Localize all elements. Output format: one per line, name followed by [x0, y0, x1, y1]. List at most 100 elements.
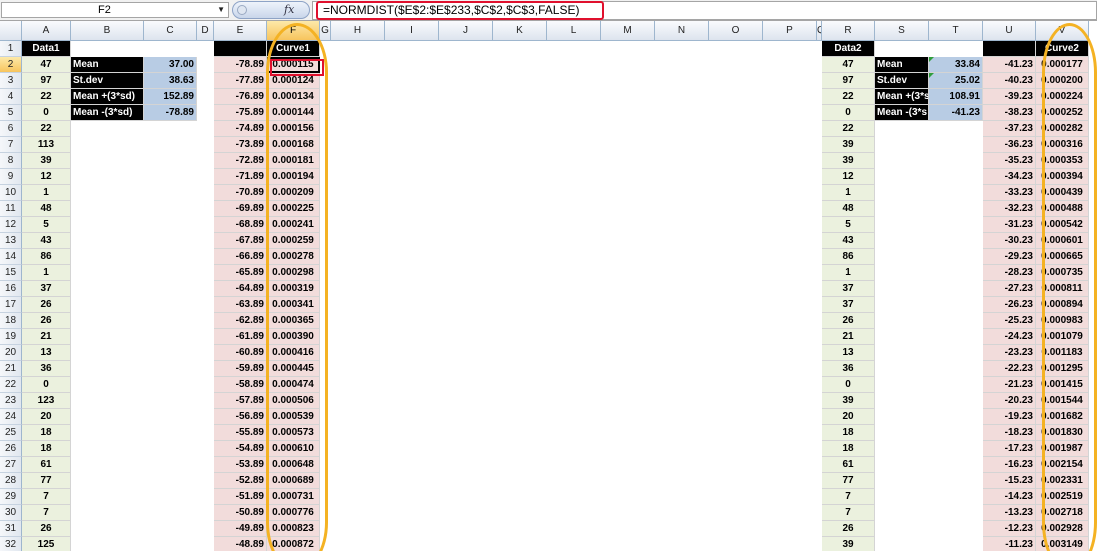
data1-cell[interactable]: 5: [22, 217, 71, 233]
row-header-24[interactable]: 24: [0, 409, 22, 425]
column-header-o[interactable]: O: [709, 21, 763, 41]
formula-cancel-icon[interactable]: [237, 5, 247, 15]
insert-function-icon[interactable]: fx: [284, 3, 294, 16]
x-value-cell[interactable]: -21.23: [983, 377, 1036, 393]
data2-cell[interactable]: 7: [822, 505, 875, 521]
data2-cell[interactable]: 43: [822, 233, 875, 249]
column-header-k[interactable]: K: [493, 21, 547, 41]
column-header-i[interactable]: I: [385, 21, 439, 41]
column-header-g[interactable]: G: [320, 21, 331, 41]
column-header-j[interactable]: J: [439, 21, 493, 41]
x-value-cell[interactable]: -29.23: [983, 249, 1036, 265]
data2-cell[interactable]: 18: [822, 441, 875, 457]
x-value-cell[interactable]: -58.89: [214, 377, 267, 393]
x-value-cell[interactable]: -30.23: [983, 233, 1036, 249]
stat-value-right[interactable]: 33.84: [929, 57, 983, 73]
row-header-9[interactable]: 9: [0, 169, 22, 185]
data2-cell[interactable]: 18: [822, 425, 875, 441]
column-header-m[interactable]: M: [601, 21, 655, 41]
stat-label-right[interactable]: Mean -(3*s: [875, 105, 929, 121]
data2-cell[interactable]: 47: [822, 57, 875, 73]
data1-cell[interactable]: 36: [22, 361, 71, 377]
data1-cell[interactable]: 1: [22, 185, 71, 201]
data1-cell[interactable]: 97: [22, 73, 71, 89]
x-value-cell[interactable]: -35.23: [983, 153, 1036, 169]
x-value-cell[interactable]: -78.89: [214, 57, 267, 73]
worksheet-grid[interactable]: ABCDEFGHIJKLMNOPQRSTUV 12345678910111213…: [0, 21, 1097, 551]
x-value-cell[interactable]: -64.89: [214, 281, 267, 297]
data1-cell[interactable]: 7: [22, 505, 71, 521]
row-header-12[interactable]: 12: [0, 217, 22, 233]
x-value-cell[interactable]: -14.23: [983, 489, 1036, 505]
data1-cell[interactable]: 18: [22, 441, 71, 457]
data2-cell[interactable]: 39: [822, 393, 875, 409]
data1-cell[interactable]: 26: [22, 521, 71, 537]
row-header-19[interactable]: 19: [0, 329, 22, 345]
data1-cell[interactable]: 125: [22, 537, 71, 551]
row-header-26[interactable]: 26: [0, 441, 22, 457]
x-value-cell[interactable]: -59.89: [214, 361, 267, 377]
data2-cell[interactable]: 22: [822, 89, 875, 105]
row-header-22[interactable]: 22: [0, 377, 22, 393]
x-value-cell[interactable]: -49.89: [214, 521, 267, 537]
x-value-cell[interactable]: -31.23: [983, 217, 1036, 233]
column-header-t[interactable]: T: [929, 21, 983, 41]
x-value-cell[interactable]: -15.23: [983, 473, 1036, 489]
row-header-10[interactable]: 10: [0, 185, 22, 201]
x-value-cell[interactable]: -51.89: [214, 489, 267, 505]
column-header-s[interactable]: S: [875, 21, 929, 41]
row-header-15[interactable]: 15: [0, 265, 22, 281]
row-header-14[interactable]: 14: [0, 249, 22, 265]
data2-cell[interactable]: 1: [822, 265, 875, 281]
x-value-cell[interactable]: -34.23: [983, 169, 1036, 185]
data1-cell[interactable]: 12: [22, 169, 71, 185]
row-header-30[interactable]: 30: [0, 505, 22, 521]
x-value-cell[interactable]: -40.23: [983, 73, 1036, 89]
data1-cell[interactable]: 22: [22, 121, 71, 137]
x-value-cell[interactable]: -54.89: [214, 441, 267, 457]
row-header-8[interactable]: 8: [0, 153, 22, 169]
stat-label-left[interactable]: Mean: [71, 57, 144, 73]
data2-cell[interactable]: 36: [822, 361, 875, 377]
column-header-r[interactable]: R: [822, 21, 875, 41]
column-header-n[interactable]: N: [655, 21, 709, 41]
row-header-11[interactable]: 11: [0, 201, 22, 217]
row-header-28[interactable]: 28: [0, 473, 22, 489]
data2-cell[interactable]: 20: [822, 409, 875, 425]
data2-cell[interactable]: 1: [822, 185, 875, 201]
stat-value-right[interactable]: 108.91: [929, 89, 983, 105]
x-value-cell[interactable]: -69.89: [214, 201, 267, 217]
data2-cell[interactable]: 7: [822, 489, 875, 505]
row-header-29[interactable]: 29: [0, 489, 22, 505]
data1-cell[interactable]: 0: [22, 105, 71, 121]
row-header-5[interactable]: 5: [0, 105, 22, 121]
x-value-cell[interactable]: -26.23: [983, 297, 1036, 313]
data2-cell[interactable]: 12: [822, 169, 875, 185]
data1-cell[interactable]: 43: [22, 233, 71, 249]
row-header-21[interactable]: 21: [0, 361, 22, 377]
data2-cell[interactable]: 77: [822, 473, 875, 489]
data1-cell[interactable]: 37: [22, 281, 71, 297]
x-value-cell[interactable]: -68.89: [214, 217, 267, 233]
column-header-p[interactable]: P: [763, 21, 817, 41]
data1-cell[interactable]: 26: [22, 313, 71, 329]
row-header-1[interactable]: 1: [0, 41, 22, 57]
data2-cell[interactable]: 39: [822, 537, 875, 551]
data2-cell[interactable]: 48: [822, 201, 875, 217]
data1-cell[interactable]: 13: [22, 345, 71, 361]
data2-cell[interactable]: 37: [822, 281, 875, 297]
x-value-cell[interactable]: -55.89: [214, 425, 267, 441]
x-value-cell[interactable]: -33.23: [983, 185, 1036, 201]
x-value-cell[interactable]: -17.23: [983, 441, 1036, 457]
stat-value-right[interactable]: 25.02: [929, 73, 983, 89]
x-value-cell[interactable]: -74.89: [214, 121, 267, 137]
x-value-cell[interactable]: -72.89: [214, 153, 267, 169]
row-header-2[interactable]: 2: [0, 57, 22, 73]
x-value-cell[interactable]: -50.89: [214, 505, 267, 521]
name-box[interactable]: F2 ▼: [1, 2, 229, 18]
row-header-17[interactable]: 17: [0, 297, 22, 313]
x-value-cell[interactable]: -16.23: [983, 457, 1036, 473]
x-value-cell[interactable]: -66.89: [214, 249, 267, 265]
column-header-b[interactable]: B: [71, 21, 144, 41]
data2-cell[interactable]: 0: [822, 377, 875, 393]
